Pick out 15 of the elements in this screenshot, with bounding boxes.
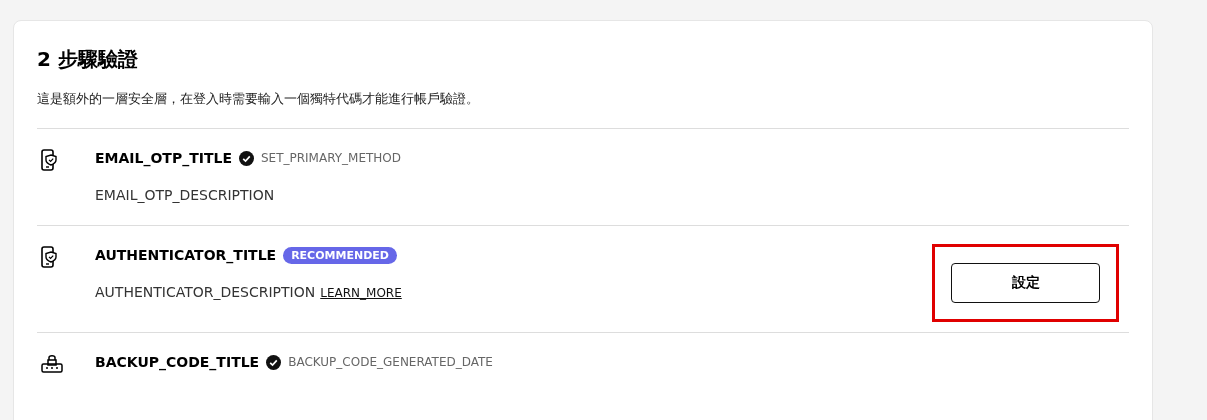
learn-more-link[interactable]: LEARN_MORE xyxy=(320,286,402,300)
method-description: AUTHENTICATOR_DESCRIPTION xyxy=(95,284,316,300)
method-status: BACKUP_CODE_GENERATED_DATE xyxy=(288,355,493,369)
phone-shield-icon xyxy=(41,149,57,171)
method-status: SET_PRIMARY_METHOD xyxy=(260,151,402,165)
method-description: EMAIL_OTP_DESCRIPTION xyxy=(95,187,275,203)
section-title: 2 步驟驗證 xyxy=(37,46,139,73)
method-title: AUTHENTICATOR_TITLE xyxy=(95,247,277,263)
method-title: BACKUP_CODE_TITLE xyxy=(95,354,260,370)
recommended-badge: RECOMMENDED xyxy=(283,246,397,264)
setup-button[interactable]: 設定 xyxy=(951,263,1100,303)
method-title: EMAIL_OTP_TITLE xyxy=(95,150,232,166)
lock-keypad-icon xyxy=(41,353,63,373)
section-description: 這是額外的一層安全層，在登入時需要輸入一個獨特代碼才能進行帳戶驗證。 xyxy=(37,89,1129,129)
phone-shield-icon xyxy=(41,246,57,268)
